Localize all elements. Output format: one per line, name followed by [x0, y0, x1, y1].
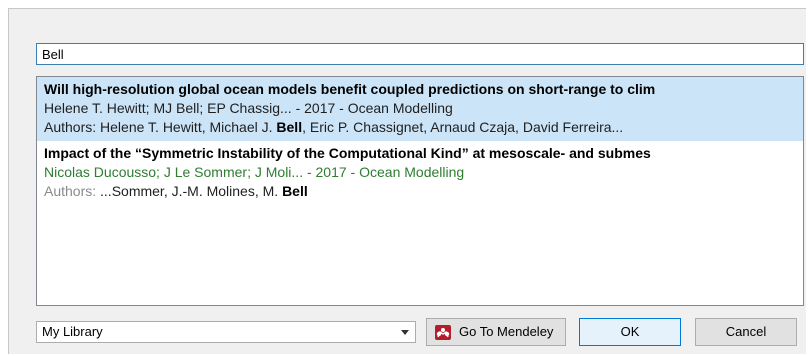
- authors-label: Authors:: [44, 119, 101, 135]
- result-meta: Helene T. Hewitt; MJ Bell; EP Chassig...…: [44, 100, 453, 116]
- library-select[interactable]: My Library: [36, 321, 416, 343]
- authors-match: Bell: [282, 183, 308, 199]
- authors-after: , Eric P. Chassignet, Arnaud Czaja, Davi…: [302, 119, 624, 135]
- result-meta: Nicolas Ducousso; J Le Sommer; J Moli...…: [44, 164, 465, 180]
- authors-match: Bell: [276, 119, 303, 135]
- result-item-1[interactable]: Will high-resolution global ocean models…: [37, 77, 803, 141]
- results-list[interactable]: Will high-resolution global ocean models…: [36, 76, 804, 306]
- result-item-2[interactable]: Impact of the “Symmetric Instability of …: [37, 141, 803, 205]
- authors-label: Authors:: [44, 183, 101, 199]
- result-authors: Authors: ...Sommer, J.-M. Molines, M. Be…: [44, 182, 797, 201]
- result-title: Will high-resolution global ocean models…: [44, 81, 656, 97]
- authors-before: ...Sommer, J.-M. Molines, M.: [100, 183, 283, 199]
- ok-button[interactable]: OK: [579, 318, 681, 346]
- cancel-button[interactable]: Cancel: [695, 318, 797, 346]
- result-authors: Authors: Helene T. Hewitt, Michael J. Be…: [44, 118, 797, 137]
- chevron-down-icon: [401, 330, 409, 335]
- cancel-label: Cancel: [725, 324, 767, 339]
- ok-label: OK: [620, 324, 640, 339]
- library-select-value: My Library: [42, 324, 103, 339]
- go-to-mendeley-button[interactable]: Go To Mendeley: [426, 318, 566, 346]
- authors-before: Helene T. Hewitt, Michael J.: [100, 119, 277, 135]
- button-bar: My Library Go To Mendeley OK Cancel: [9, 316, 806, 346]
- search-input[interactable]: [36, 43, 804, 65]
- go-to-mendeley-label: Go To Mendeley: [459, 324, 554, 339]
- result-title: Impact of the “Symmetric Instability of …: [44, 145, 651, 161]
- mendeley-logo-icon: [435, 325, 451, 340]
- insert-citation-dialog: Will high-resolution global ocean models…: [8, 8, 806, 354]
